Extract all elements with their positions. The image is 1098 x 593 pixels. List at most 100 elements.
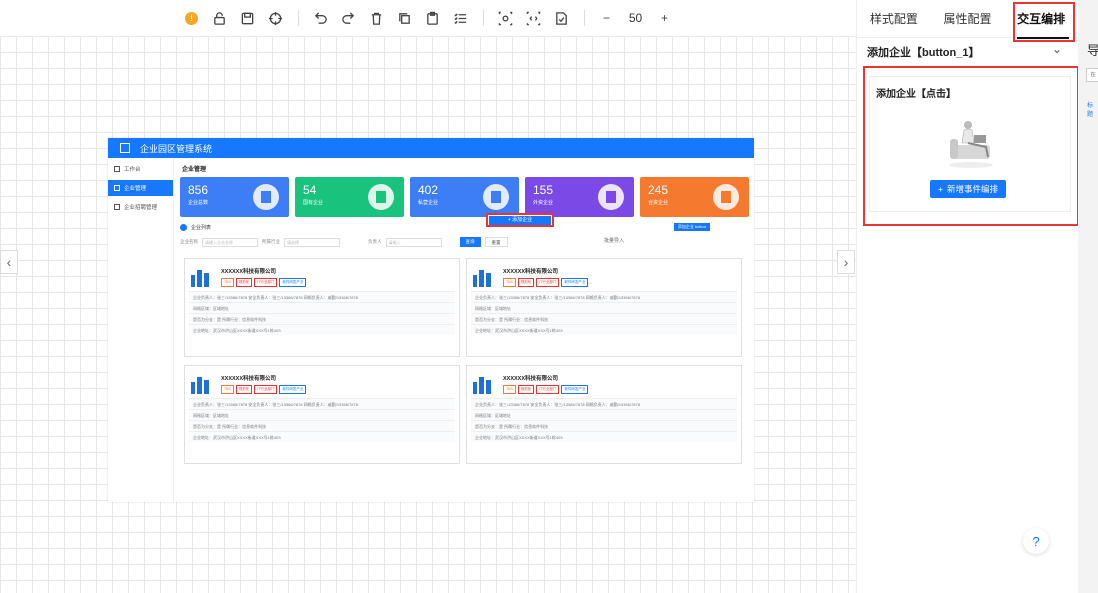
filter-bar: 企业名称 请输入企业名称 所属行业 请选择 负责人 请输入 查询 重置 [180, 235, 750, 249]
sidebar-item-recruit[interactable]: 企业招聘管理 [108, 199, 173, 215]
tag: IT行业部门 [536, 385, 560, 394]
filter-label: 负责人 [368, 239, 382, 244]
card-row: 网格区域：区域地址 [471, 409, 737, 420]
chart-icon [114, 185, 120, 191]
publish-icon[interactable] [550, 6, 574, 30]
tag: IT行业部门 [254, 278, 278, 287]
editor-toolbar: ! − 50 + [0, 0, 856, 36]
company-name: XXXXXX科技有限公司 [221, 269, 277, 275]
building-icon [713, 184, 739, 210]
tab-style-config[interactable]: 样式配置 [857, 0, 931, 37]
preview-eye-icon[interactable] [494, 6, 518, 30]
zoom-level: 50 [628, 11, 643, 25]
delete-icon[interactable] [365, 6, 389, 30]
sidebar-item-workbench[interactable]: 工作台 [108, 161, 173, 177]
batch-import-button[interactable]: 批量导入 [604, 237, 624, 244]
card-row: 企业负责人：张三/13366/7878 安全负责人：张三/13366/7878 … [471, 291, 737, 302]
zoom-out-button[interactable]: − [595, 6, 619, 30]
building-icon [471, 374, 493, 394]
selected-component-tag: 添加企业 button [673, 223, 710, 231]
card-row: 是否为分支：是 所属行业：信息软件科技 [189, 313, 455, 324]
toolbar-divider [482, 10, 484, 26]
sidebar-item-enterprise[interactable]: 企业管理 [108, 180, 173, 196]
help-button[interactable]: ? [1023, 528, 1049, 554]
tag: IT行业部门 [254, 385, 278, 394]
stat-card: 856 企业总数 [180, 177, 289, 217]
company-name: XXXXXX科技有限公司 [503, 269, 559, 275]
list-title: 企业列表 [191, 224, 212, 231]
building-icon [368, 184, 394, 210]
building-icon [189, 267, 211, 287]
page-title: 企业管理 [182, 167, 207, 173]
tag: 软件研发产业 [279, 278, 307, 287]
outline-input[interactable]: 在 [1086, 68, 1098, 82]
prev-page-arrow[interactable]: ‹ [0, 250, 18, 274]
tag: 软件研发产业 [561, 385, 589, 394]
outline-label[interactable]: 标题 [1087, 100, 1098, 118]
redo-icon[interactable] [337, 6, 361, 30]
undo-icon[interactable] [309, 6, 333, 30]
add-enterprise-button-highlight[interactable]: + 添加企业 [486, 213, 554, 227]
add-enterprise-button[interactable]: + 添加企业 [489, 216, 551, 225]
enterprise-card[interactable]: XXXXXX科技有限公司 TBS 规范化 IT行业部门 软件研发产业 企业负责人：张三/… [466, 258, 742, 357]
crosshair-icon[interactable] [264, 6, 288, 30]
card-row: 是否为分支：是 所属行业：信息软件科技 [471, 313, 737, 324]
building-icon [471, 267, 493, 287]
enterprise-card[interactable]: XXXXXX科技有限公司 TBS 规范化 IT行业部门 软件研发产业 企业负责人：张三/… [184, 365, 460, 464]
tag: 规范化 [517, 385, 535, 394]
lock-icon[interactable] [208, 6, 232, 30]
warning-icon[interactable]: ! [180, 6, 204, 30]
stat-card: 54 国有企业 [295, 177, 404, 217]
outline-title: 导 [1087, 43, 1098, 58]
plus-icon: + [938, 184, 943, 194]
company-name: XXXXXX科技有限公司 [503, 376, 559, 382]
card-row: 企业负责人：张三/13366/7878 安全负责人：张三/13366/7878 … [471, 398, 737, 409]
toolbar-divider [583, 10, 585, 26]
chevron-down-icon[interactable]: ⌄ [1052, 42, 1062, 56]
tag: 软件研发产业 [279, 385, 307, 394]
card-row: 企业地址：武汉市洪山区XXXX街道XXX号1栋403 [471, 324, 737, 335]
search-button[interactable]: 查询 [459, 237, 481, 247]
card-row: 企业负责人：张三/13366/7878 安全负责人：张三/13366/7878 … [189, 291, 455, 302]
tag: TBS [221, 278, 234, 287]
next-page-arrow[interactable]: › [837, 250, 855, 274]
zoom-in-button[interactable]: + [653, 6, 677, 30]
card-row: 企业负责人：张三/13366/7878 安全负责人：张三/13366/7878 … [189, 398, 455, 409]
code-icon[interactable] [522, 6, 546, 30]
home-icon [114, 204, 120, 210]
app-header: 企业园区管理系统 [108, 138, 754, 158]
tag: TBS [221, 385, 234, 394]
building-icon [483, 184, 509, 210]
card-row: 企业地址：武汉市洪山区XXXX街道XXX号1栋403 [471, 431, 737, 442]
checklist-icon[interactable] [449, 6, 473, 30]
card-row: 企业地址：武汉市洪山区XXXX街道XXX号1栋403 [189, 431, 455, 442]
app-title: 企业园区管理系统 [140, 143, 213, 154]
event-title: 添加企业【点击】 [876, 89, 956, 100]
building-icon [189, 374, 211, 394]
add-event-label: 新增事件编排 [946, 184, 998, 194]
add-event-button[interactable]: + 新增事件编排 [930, 180, 1006, 198]
copy-icon[interactable] [393, 6, 417, 30]
stat-card: 402 私营企业 [410, 177, 519, 217]
event-card: 添加企业【点击】 + 新增事件编排 [869, 76, 1071, 212]
save-icon[interactable] [236, 6, 260, 30]
properties-panel: 样式配置 属性配置 交互编排 添加企业【button_1】 ⌄ 添加企业【点击】… [856, 0, 1079, 593]
stats-row: 856 企业总数 54 国有企业 402 私营企业 155 外资企业 245 合资企业 [180, 177, 750, 217]
reset-button[interactable]: 重置 [484, 237, 508, 247]
outline-panel-edge: 导 在 标题 [1078, 0, 1098, 593]
paste-icon[interactable] [421, 6, 445, 30]
card-row: 网格区域：区域地址 [471, 302, 737, 313]
tag: TBS [503, 385, 516, 394]
filter-label: 所属行业 [262, 239, 280, 244]
tag: IT行业部门 [536, 278, 560, 287]
enterprise-card[interactable]: XXXXXX科技有限公司 TBS 规范化 IT行业部门 软件研发产业 企业负责人：张三/… [184, 258, 460, 357]
person-input[interactable]: 请输入 [385, 237, 442, 247]
tag: 规范化 [517, 278, 535, 287]
enterprise-name-input[interactable]: 请输入企业名称 [202, 237, 258, 247]
tab-property-config[interactable]: 属性配置 [931, 0, 1005, 37]
industry-select[interactable]: 请选择 [284, 237, 340, 247]
tag: 软件研发产业 [561, 278, 589, 287]
enterprise-card[interactable]: XXXXXX科技有限公司 TBS 规范化 IT行业部门 软件研发产业 企业负责人：张三/… [466, 365, 742, 464]
stat-card: 245 合资企业 [640, 177, 749, 217]
active-tab-underline [1017, 37, 1069, 39]
